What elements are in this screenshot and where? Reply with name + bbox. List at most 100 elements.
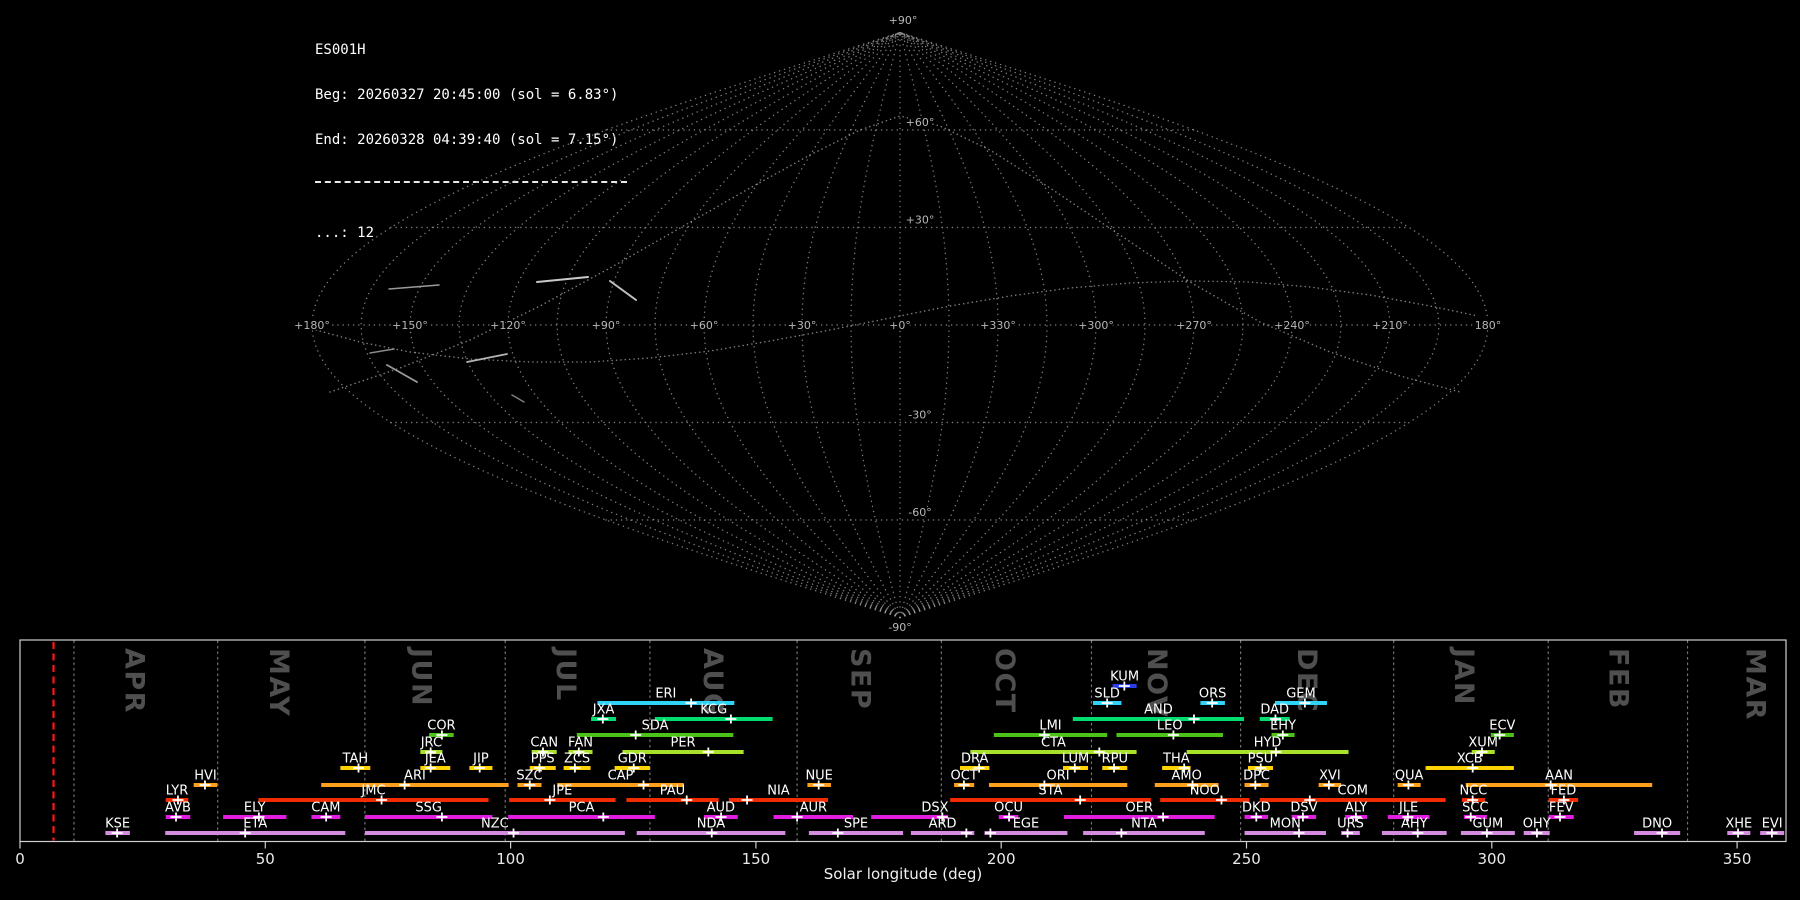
shower-bar-EGE <box>985 831 1068 835</box>
latitude-grid-label: -30° <box>908 409 931 422</box>
shower-bar-NTA <box>1083 831 1205 835</box>
shower-label-XVI: XVI <box>1319 769 1341 784</box>
shower-label-ZCS: ZCS <box>564 752 590 767</box>
shower-label-NDA: NDA <box>697 817 726 832</box>
x-tick-label-0: 0 <box>15 850 25 868</box>
shower-label-AMO: AMO <box>1171 769 1201 784</box>
shower-label-AND: AND <box>1144 703 1173 718</box>
shower-label-OCU: OCU <box>994 801 1023 816</box>
x-tick-label-100: 100 <box>496 850 525 868</box>
reference-curve <box>330 116 1460 392</box>
shower-label-SLD: SLD <box>1094 687 1120 702</box>
shower-label-JEA: JEA <box>424 752 446 767</box>
shower-label-NTA: NTA <box>1131 817 1157 832</box>
shower-label-EGE: EGE <box>1013 817 1040 832</box>
shower-label-EHY: EHY <box>1270 719 1296 734</box>
latitude-grid-label: +30° <box>906 214 935 227</box>
longitude-grid-label: 180° <box>1475 319 1502 332</box>
shower-label-NOO: NOO <box>1190 784 1220 799</box>
shower-label-AUR: AUR <box>800 801 827 816</box>
app-window: ES001H Beg: 20260327 20:45:00 (sol = 6.8… <box>0 0 1800 900</box>
shower-label-XHE: XHE <box>1725 817 1752 832</box>
peak-marker-NTA <box>1116 829 1127 838</box>
x-tick-label-150: 150 <box>742 850 771 868</box>
peak-marker-NZC <box>508 829 519 838</box>
peak-marker-SDA <box>630 731 641 740</box>
longitude-grid-label: +30° <box>788 319 817 332</box>
longitude-grid-label: +270° <box>1176 319 1212 332</box>
longitude-grid-label: +300° <box>1078 319 1114 332</box>
shower-bar-ARI <box>321 783 508 787</box>
shower-label-CTA: CTA <box>1041 736 1066 751</box>
shower-label-GEM: GEM <box>1286 687 1316 702</box>
shower-label-URS: URS <box>1337 817 1364 832</box>
shower-label-SSG: SSG <box>415 801 442 816</box>
shower-label-PPS: PPS <box>531 752 555 767</box>
longitude-grid-label: +240° <box>1274 319 1310 332</box>
shower-label-CAN: CAN <box>530 736 558 751</box>
shower-label-NUE: NUE <box>805 769 832 784</box>
shower-label-LUM: LUM <box>1062 752 1089 767</box>
longitude-grid-label: +120° <box>490 319 526 332</box>
shower-label-GDR: GDR <box>618 752 647 767</box>
shower-bar-STA <box>950 798 1151 802</box>
x-tick-label-50: 50 <box>256 850 275 868</box>
month-label-feb: FEB <box>1602 648 1633 710</box>
shower-label-CAP: CAP <box>608 769 634 784</box>
shower-label-NZC: NZC <box>481 817 509 832</box>
shower-label-STA: STA <box>1038 784 1062 799</box>
shower-label-AAN: AAN <box>1545 769 1573 784</box>
shower-label-JLE: JLE <box>1398 801 1418 816</box>
month-label-oct: OCT <box>989 648 1020 714</box>
shower-label-SDA: SDA <box>642 719 669 734</box>
shower-label-ORI: ORI <box>1047 769 1070 784</box>
shower-label-COR: COR <box>427 719 455 734</box>
shower-bar-NOO <box>1160 798 1249 802</box>
shower-label-KSE: KSE <box>105 817 130 832</box>
shower-label-ETA: ETA <box>243 817 267 832</box>
longitude-grid-label: +60° <box>690 319 719 332</box>
shower-label-SCC: SCC <box>1462 801 1488 816</box>
shower-bar-SDA <box>577 733 734 737</box>
latitude-grid-label: -60° <box>908 506 931 519</box>
month-label-mar: MAR <box>1740 648 1771 721</box>
x-tick-label-250: 250 <box>1232 850 1261 868</box>
south-pole-label: -90° <box>888 621 911 634</box>
latitude-grid-label: +60° <box>906 116 935 129</box>
longitude-grid-label: +90° <box>592 319 621 332</box>
shower-bar-SPE <box>809 831 903 835</box>
shower-label-MON: MON <box>1270 817 1301 832</box>
shower-label-ECV: ECV <box>1489 719 1515 734</box>
shower-bar-JPE <box>509 798 615 802</box>
shower-bar-JMC <box>258 798 488 802</box>
plot-canvas: +180°+150°+120°+90°+60°+30°+0°+330°+300°… <box>0 0 1800 900</box>
shower-label-XCB: XCB <box>1457 752 1483 767</box>
shower-label-NIA: NIA <box>767 784 790 799</box>
shower-label-RPU: RPU <box>1102 752 1128 767</box>
shower-label-QUA: QUA <box>1395 769 1424 784</box>
shower-label-HYD: HYD <box>1254 736 1282 751</box>
shower-label-XUM: XUM <box>1468 736 1498 751</box>
peak-marker-PER <box>703 748 714 757</box>
shower-label-GUM: GUM <box>1472 817 1503 832</box>
x-tick-label-350: 350 <box>1723 850 1752 868</box>
shower-label-JXA: JXA <box>592 703 615 718</box>
shower-label-COM: COM <box>1337 784 1368 799</box>
shower-label-LYR: LYR <box>166 784 189 799</box>
longitude-grid-label: +210° <box>1372 319 1408 332</box>
shower-label-PER: PER <box>670 736 695 751</box>
peak-marker-CAP <box>638 781 649 790</box>
shower-label-DPC: DPC <box>1243 769 1270 784</box>
meteor-streak <box>537 277 588 282</box>
shower-bar-SSG <box>365 815 493 819</box>
shower-label-DRA: DRA <box>961 752 989 767</box>
shower-label-JMC: JMC <box>360 784 385 799</box>
shower-label-ERI: ERI <box>655 687 676 702</box>
shower-label-HVI: HVI <box>194 769 217 784</box>
meteor-streak <box>370 349 394 353</box>
shower-bar-NZC <box>365 831 625 835</box>
shower-label-TAH: TAH <box>342 752 369 767</box>
shower-label-EVI: EVI <box>1762 817 1783 832</box>
peak-marker-PCA <box>598 813 609 822</box>
shower-bar-KCG <box>655 717 773 721</box>
